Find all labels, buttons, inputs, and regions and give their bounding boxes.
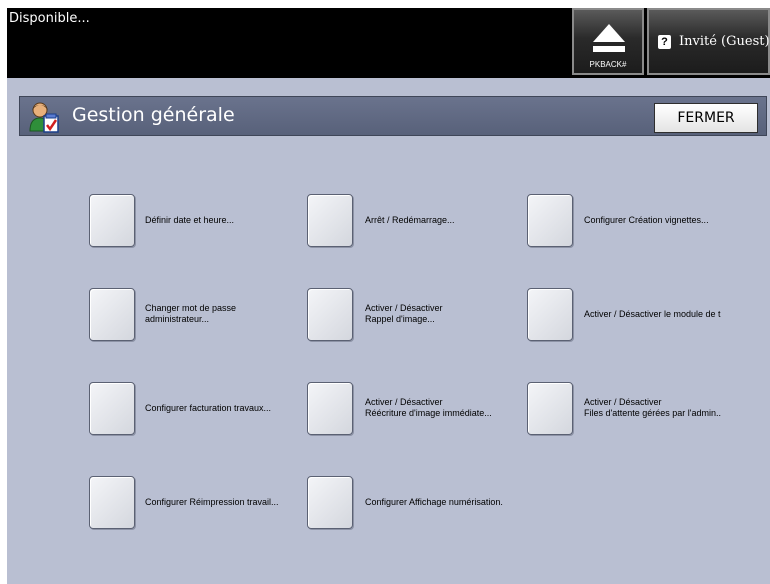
option-label-line1: Configurer Affichage numérisation.	[365, 497, 503, 507]
option-label-line1: Arrêt / Redémarrage...	[365, 215, 455, 225]
option-label-line2: Rappel d'image...	[365, 314, 435, 324]
option-label-line1: Configurer Création vignettes...	[584, 215, 709, 225]
option-button-admin-queues[interactable]	[527, 382, 573, 435]
option-label-thumbnail-config: Configurer Création vignettes...	[584, 215, 709, 226]
option-label-image-recall: Activer / Désactiver Rappel d'image...	[365, 303, 443, 325]
option-label-line2: Files d'attente gérées par l'admin..	[584, 408, 722, 418]
option-button-date-time[interactable]	[89, 194, 135, 247]
option-label-line1: Configurer facturation travaux...	[145, 403, 272, 413]
option-label-line1: Activer / Désactiver	[365, 397, 443, 407]
status-text: Disponible...	[9, 11, 90, 26]
guest-user-button[interactable]: ? Invité (Guest)	[647, 8, 770, 75]
option-button-admin-password[interactable]	[89, 288, 135, 341]
option-label-date-time: Définir date et heure...	[145, 215, 234, 226]
option-label-job-billing: Configurer facturation travaux...	[145, 403, 271, 414]
user-checklist-icon	[29, 102, 59, 133]
top-status-bar: Disponible... PKBACK# ? Invité (Guest)	[7, 8, 770, 78]
option-button-job-billing[interactable]	[89, 382, 135, 435]
option-label-line1: Configurer Réimpression travail...	[145, 497, 279, 507]
option-label-immediate-overwrite: Activer / Désactiver Réécriture d'image i…	[365, 397, 492, 419]
option-label-admin-password: Changer mot de passe administrateur...	[145, 303, 236, 325]
option-button-scan-display[interactable]	[307, 476, 353, 529]
guest-user-label: Invité (Guest)	[679, 34, 770, 49]
option-label-scan-display: Configurer Affichage numérisation.	[365, 497, 503, 508]
option-label-module-toggle: Activer / Désactiver le module de t	[584, 309, 721, 320]
eject-icon	[593, 24, 625, 52]
screen: Disponible... PKBACK# ? Invité (Guest) G…	[7, 8, 770, 584]
option-label-line2: administrateur...	[145, 314, 210, 324]
page-title: Gestion générale	[72, 104, 235, 126]
title-bar: Gestion générale FERMER	[19, 96, 767, 136]
option-label-restart: Arrêt / Redémarrage...	[365, 215, 455, 226]
option-label-line1: Changer mot de passe	[145, 303, 237, 313]
option-label-line1: Définir date et heure...	[145, 215, 235, 225]
help-icon: ?	[658, 35, 671, 49]
option-button-image-recall[interactable]	[307, 288, 353, 341]
option-button-module-toggle[interactable]	[527, 288, 573, 341]
option-button-job-reprint[interactable]	[89, 476, 135, 529]
option-button-thumbnail-config[interactable]	[527, 194, 573, 247]
pkback-label: PKBACK#	[589, 60, 627, 69]
option-label-line1: Activer / Désactiver	[365, 303, 443, 313]
option-label-admin-queues: Activer / Désactiver Files d'attente géré…	[584, 397, 721, 419]
option-label-line2: Réécriture d'image immédiate...	[365, 408, 492, 418]
option-button-immediate-overwrite[interactable]	[307, 382, 353, 435]
option-label-line1: Activer / Désactiver	[584, 397, 662, 407]
pkback-button[interactable]: PKBACK#	[572, 8, 644, 75]
close-button[interactable]: FERMER	[654, 103, 758, 133]
option-label-job-reprint: Configurer Réimpression travail...	[145, 497, 279, 508]
option-label-line1: Activer / Désactiver le module de t	[584, 309, 721, 319]
option-button-restart[interactable]	[307, 194, 353, 247]
